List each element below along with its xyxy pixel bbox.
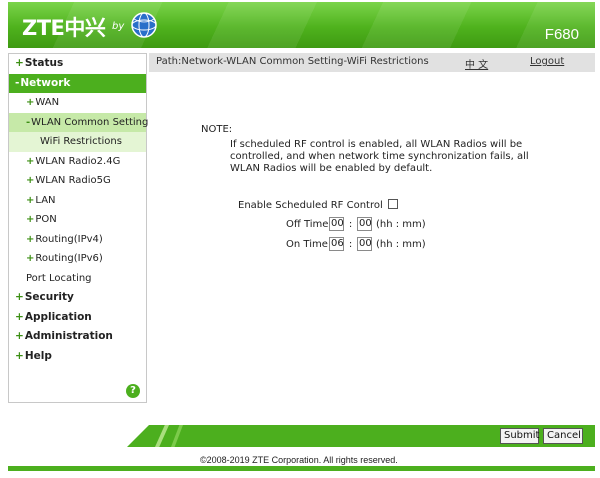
sidebar-item-wlan-radio-5g[interactable]: +WLAN Radio5G <box>9 171 146 191</box>
on-time-hour-input[interactable]: 06 <box>329 237 344 251</box>
note-text: If scheduled RF control is enabled, all … <box>230 139 529 174</box>
model-name: F680 <box>544 26 579 43</box>
help-icon[interactable]: ? <box>126 384 140 398</box>
submit-button[interactable]: Submit <box>500 428 539 444</box>
off-time-label: Off Time <box>286 219 329 230</box>
sidebar-item-status[interactable]: +Status <box>9 54 146 74</box>
main-content: NOTE: If scheduled RF control is enabled… <box>149 72 595 412</box>
copyright-text: ©2008-2019 ZTE Corporation. All rights r… <box>200 455 398 465</box>
sidebar-item-administration[interactable]: +Administration <box>9 327 146 347</box>
language-link[interactable]: 中 文 <box>465 56 488 71</box>
cancel-button[interactable]: Cancel <box>543 428 583 444</box>
enable-scheduled-rf-checkbox[interactable] <box>387 199 398 209</box>
on-time-label: On Time <box>286 239 328 250</box>
sidebar-item-port-locating[interactable]: Port Locating <box>9 269 146 289</box>
enable-scheduled-rf-row: Enable Scheduled RF Control <box>238 199 398 211</box>
globe-logo-icon <box>131 12 157 38</box>
off-time-minute-input[interactable]: 00 <box>357 217 372 231</box>
sidebar-nav: +Status -Network +WAN -WLAN Common Setti… <box>8 53 148 403</box>
on-time-format-hint: (hh : mm) <box>376 239 426 250</box>
sidebar-item-network[interactable]: -Network <box>9 73 146 93</box>
sidebar-item-lan[interactable]: +LAN <box>9 191 146 211</box>
bottom-bar <box>8 466 595 471</box>
off-time-row: Off Time 00:00 (hh : mm) <box>286 217 426 231</box>
footer-decoration <box>155 425 169 447</box>
time-separator: : <box>348 239 353 250</box>
footer-decoration <box>171 425 183 447</box>
sidebar-item-application[interactable]: +Application <box>9 308 146 328</box>
on-time-minute-input[interactable]: 00 <box>357 237 372 251</box>
sidebar-item-wlan-radio-2-4g[interactable]: +WLAN Radio2.4G <box>9 152 146 172</box>
sidebar-item-help[interactable]: +Help <box>9 347 146 367</box>
sidebar-item-pon[interactable]: +PON <box>9 210 146 230</box>
logo-by-text: by <box>112 21 125 32</box>
breadcrumb: Path:Network-WLAN Common Setting-WiFi Re… <box>156 56 429 67</box>
enable-scheduled-rf-label: Enable Scheduled RF Control <box>238 200 383 211</box>
sidebar-item-wifi-restrictions[interactable]: WiFi Restrictions <box>9 132 146 152</box>
sidebar-item-routing-ipv6[interactable]: +Routing(IPv6) <box>9 249 146 269</box>
on-time-row: On Time 06:00 (hh : mm) <box>286 237 426 251</box>
sidebar-item-wan[interactable]: +WAN <box>9 93 146 113</box>
path-bar: Path:Network-WLAN Common Setting-WiFi Re… <box>149 53 595 72</box>
note-label: NOTE: <box>201 124 233 135</box>
zte-logo: ZTE中兴 <box>22 16 106 40</box>
logout-link[interactable]: Logout <box>530 56 564 67</box>
header-banner: ZTE中兴 by F680 <box>8 2 595 48</box>
sidebar-item-security[interactable]: +Security <box>9 288 146 308</box>
sidebar-item-wlan-common-setting[interactable]: -WLAN Common Setting <box>9 112 148 132</box>
sidebar-item-routing-ipv4[interactable]: +Routing(IPv4) <box>9 230 146 250</box>
off-time-hour-input[interactable]: 00 <box>329 217 344 231</box>
footer-decoration <box>127 425 149 447</box>
time-separator: : <box>348 219 353 230</box>
off-time-format-hint: (hh : mm) <box>376 219 426 230</box>
